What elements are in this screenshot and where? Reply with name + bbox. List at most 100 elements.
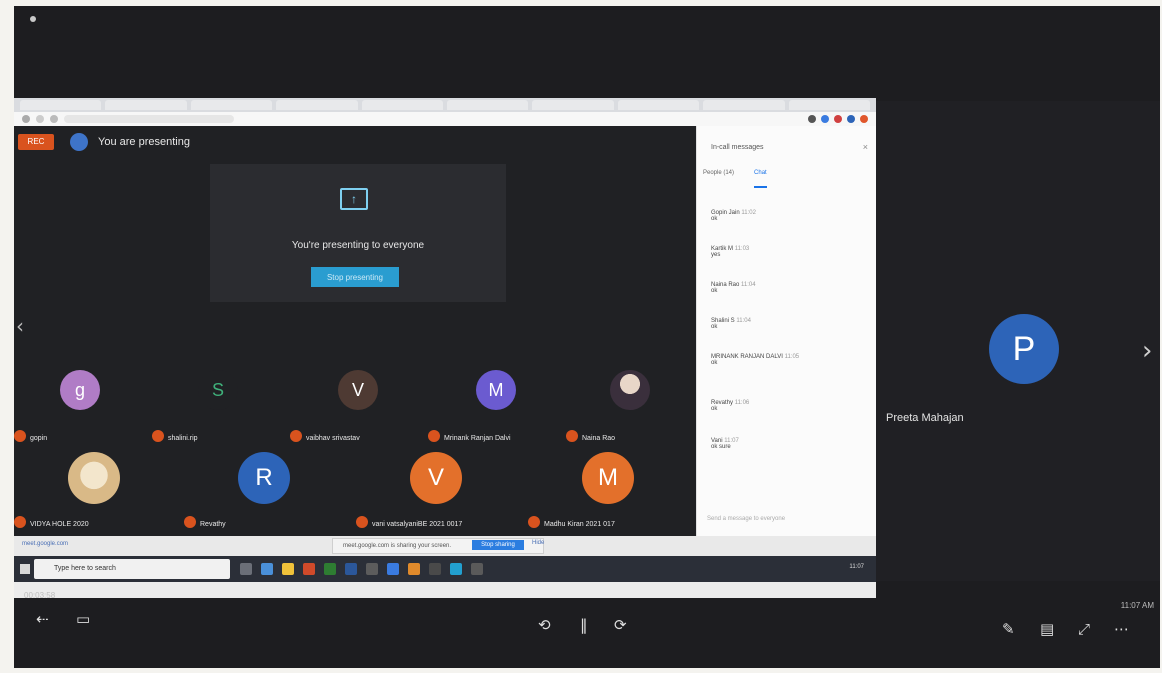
message-text: ok sure <box>711 444 731 450</box>
extension-icon[interactable] <box>860 115 868 123</box>
participant-tile: g gopin <box>14 366 150 448</box>
url-field[interactable] <box>64 115 234 123</box>
message-text: ok <box>711 216 718 222</box>
participant-tile: V vani vatsalyaniBE 2021 0017 <box>356 452 516 534</box>
participant-avatar: g <box>60 370 100 410</box>
browser-app-icon[interactable] <box>261 563 273 575</box>
extension-icon[interactable] <box>834 115 842 123</box>
chat-message-input[interactable]: Send a message to everyone <box>707 516 867 528</box>
previous-slide-icon[interactable]: ⟲ <box>538 616 551 634</box>
message-time: 11:04 <box>741 282 756 288</box>
pen-icon[interactable]: ✎ <box>1002 620 1015 638</box>
app-icon[interactable] <box>408 563 420 575</box>
tab-chat[interactable]: Chat <box>754 170 767 188</box>
sharing-tab-label[interactable]: meet.google.com <box>22 541 68 547</box>
task-view-icon[interactable] <box>240 563 252 575</box>
message-author: MRINANK RANJAN DALVI <box>711 354 783 360</box>
folder-app-icon[interactable] <box>282 563 294 575</box>
more-options-icon[interactable]: ⋯ <box>1114 620 1129 638</box>
participant-name: vani vatsalyaniBE 2021 0017 <box>372 521 463 528</box>
meet-call-area: REC You are presenting ↑ You're presenti… <box>14 126 696 536</box>
browser-tab[interactable] <box>361 100 444 110</box>
app-icon[interactable] <box>450 563 462 575</box>
recording-badge: REC <box>18 134 54 150</box>
chrome-app-icon[interactable] <box>387 563 399 575</box>
pause-icon[interactable]: ‖ <box>580 616 588 634</box>
participant-tile: Naina Rao <box>566 366 692 448</box>
presenter-avatar: P <box>989 314 1059 384</box>
hide-button[interactable]: Hide <box>532 540 544 546</box>
participant-name: Madhu Kiran 2021 017 <box>544 521 615 528</box>
browser-tab[interactable] <box>703 100 785 110</box>
participant-avatar: V <box>338 370 378 410</box>
browser-tab[interactable] <box>190 100 273 110</box>
message-text: ok <box>711 360 718 366</box>
participant-avatar: M <box>476 370 516 410</box>
stop-sharing-button[interactable]: Stop sharing <box>472 540 524 550</box>
display-settings-icon[interactable]: ▤ <box>1040 620 1054 638</box>
participant-tile: M Madhu Kiran 2021 017 <box>528 452 688 534</box>
zoom-icon[interactable]: ⤢ <box>1078 620 1090 638</box>
message-time: 11:03 <box>734 246 750 252</box>
participant-name: Revathy <box>200 521 226 528</box>
muted-mic-icon <box>356 516 368 528</box>
muted-mic-icon <box>14 430 26 442</box>
stop-presenting-button[interactable]: Stop presenting <box>311 267 399 287</box>
forward-icon[interactable] <box>36 115 44 123</box>
browser-tab[interactable] <box>447 100 529 110</box>
taskbar-search-input[interactable]: Type here to search <box>34 559 230 579</box>
chat-tabs: People (14) Chat <box>703 170 872 188</box>
extension-icon[interactable] <box>808 115 816 123</box>
browser-tab[interactable] <box>276 100 358 110</box>
chat-panel: In-call messages × People (14) Chat Gopi… <box>696 126 876 536</box>
browser-tab[interactable] <box>105 100 187 110</box>
next-slide-arrow-icon[interactable]: › <box>1142 336 1152 366</box>
extension-icons <box>808 115 868 123</box>
participant-avatar: M <box>582 452 634 504</box>
app-icon[interactable] <box>471 563 483 575</box>
app-icon[interactable] <box>429 563 441 575</box>
participant-name: VIDYA HOLE 2020 <box>30 521 89 528</box>
address-bar <box>14 112 876 126</box>
tab-people[interactable]: People (14) <box>703 170 734 188</box>
laser-pointer-icon[interactable]: ⇠ <box>36 610 49 628</box>
prev-page-arrow-icon[interactable]: ‹ <box>16 314 24 338</box>
presenter-name: Preeta Mahajan <box>886 412 964 424</box>
presenting-icon <box>70 133 88 151</box>
muted-mic-icon <box>184 516 196 528</box>
powerpoint-app-icon[interactable] <box>303 563 315 575</box>
message-time: 11:05 <box>784 354 800 360</box>
chat-title: In-call messages <box>711 144 764 151</box>
next-slide-icon[interactable]: ⟳ <box>614 616 627 634</box>
slide-show-view: P Preeta Mahajan › REC You are presentin… <box>14 6 1160 668</box>
reload-icon[interactable] <box>50 115 58 123</box>
message-text: ok <box>711 406 718 412</box>
browser-tab[interactable] <box>532 100 614 110</box>
participant-tile: M Mrinank Ranjan Dalvi <box>428 366 564 448</box>
excel-app-icon[interactable] <box>324 563 336 575</box>
close-icon[interactable]: × <box>863 142 868 152</box>
muted-mic-icon <box>528 516 540 528</box>
back-dot-icon <box>30 16 36 22</box>
taskbar-apps <box>240 563 483 575</box>
presenting-panel: ↑ You're presenting to everyone Stop pre… <box>210 164 506 302</box>
word-app-icon[interactable] <box>345 563 357 575</box>
subtitles-icon[interactable]: ▭ <box>76 610 90 628</box>
participant-avatar: R <box>238 452 290 504</box>
browser-tab[interactable] <box>788 100 871 110</box>
participant-photo <box>68 452 120 504</box>
participant-tile: S shalini.rip <box>152 366 288 448</box>
profile-icon[interactable] <box>847 115 855 123</box>
browser-tab[interactable] <box>20 100 102 110</box>
chat-message: Gopin Jain 11:02 ok <box>711 210 861 222</box>
shared-browser-window: REC You are presenting ↑ You're presenti… <box>14 98 876 598</box>
windows-start-icon[interactable] <box>20 564 30 574</box>
browser-tab[interactable] <box>617 100 700 110</box>
muted-mic-icon <box>428 430 440 442</box>
app-icon[interactable] <box>366 563 378 575</box>
browser-tabstrip <box>14 98 876 112</box>
message-time: 11:02 <box>741 210 756 216</box>
extension-icon[interactable] <box>821 115 829 123</box>
muted-mic-icon <box>152 430 164 442</box>
back-icon[interactable] <box>22 115 30 123</box>
